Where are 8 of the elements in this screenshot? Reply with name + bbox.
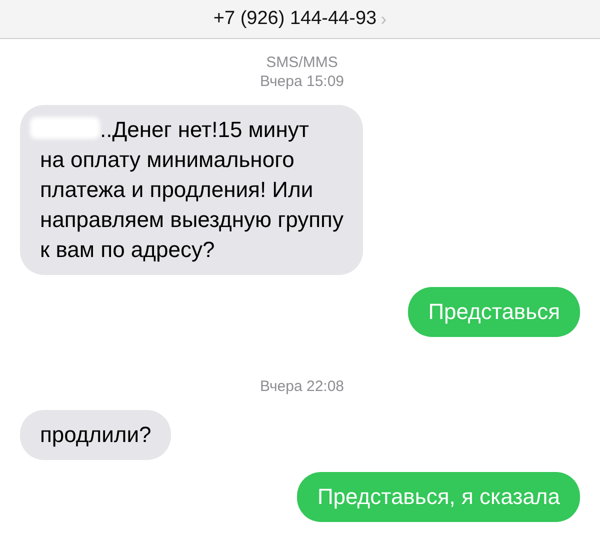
contact-number[interactable]: +7 (926) 144-44-93	[213, 8, 377, 30]
message-bubble: продлили?	[20, 410, 172, 460]
timestamp: Вчера 15:09	[260, 72, 344, 91]
message-bubble: Представься, я сказала	[297, 472, 580, 522]
timestamp: Вчера 22:08	[260, 377, 344, 396]
message-bubble: ..Денег нет!15 минут на оплату минимального платежа и продления! Или направляем выездную группу к вам по адресу?	[20, 105, 364, 275]
timestamp: SMS/MMS	[266, 53, 338, 72]
message-bubble: Представься	[408, 287, 580, 337]
